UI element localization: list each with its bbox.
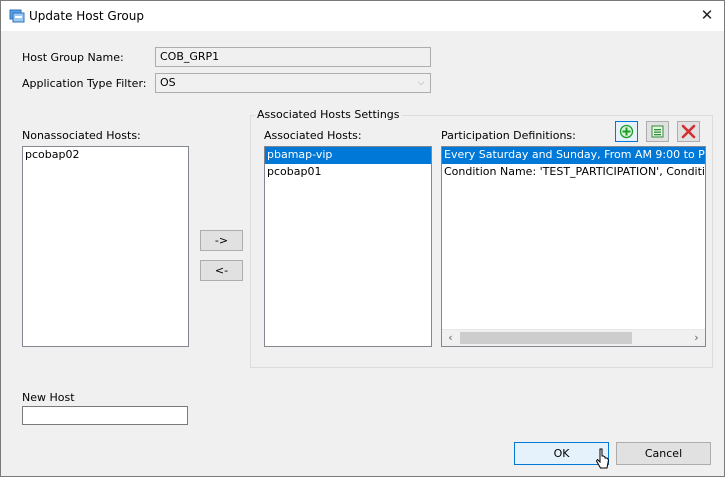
nonassociated-hosts-label: Nonassociated Hosts: <box>22 129 141 142</box>
ok-button[interactable]: OK <box>514 442 609 465</box>
app-type-filter-value: OS <box>160 76 176 89</box>
associated-hosts-label: Associated Hosts: <box>264 129 362 142</box>
host-group-name-field[interactable]: COB_GRP1 <box>155 47 431 67</box>
list-item[interactable]: pcobap01 <box>265 164 431 181</box>
scroll-right-icon[interactable]: › <box>688 330 705 346</box>
app-type-filter-label: Application Type Filter: <box>22 77 147 90</box>
associated-hosts-settings-title: Associated Hosts Settings <box>255 108 402 121</box>
delete-icon <box>681 124 696 139</box>
window-title: Update Host Group <box>29 9 144 23</box>
scroll-left-icon[interactable]: ‹ <box>442 330 459 346</box>
new-host-label: New Host <box>22 391 75 404</box>
list-icon <box>651 125 664 138</box>
dialog-window: Update Host Group ✕ Host Group Name: COB… <box>0 0 725 477</box>
participation-definitions-label: Participation Definitions: <box>441 129 576 142</box>
list-item[interactable]: Every Saturday and Sunday, From AM 9:00 … <box>442 147 705 164</box>
cancel-button[interactable]: Cancel <box>616 442 711 465</box>
close-button[interactable]: ✕ <box>690 1 724 31</box>
add-icon <box>619 124 634 139</box>
title-bar: Update Host Group ✕ <box>1 1 724 31</box>
host-group-name-label: Host Group Name: <box>22 51 124 64</box>
scrollbar-thumb[interactable] <box>460 332 632 344</box>
chevron-down-icon: ⌵ <box>417 78 425 88</box>
horizontal-scrollbar[interactable]: ‹ › <box>442 329 705 346</box>
remove-host-button[interactable]: <- <box>200 260 243 281</box>
add-host-button[interactable]: -> <box>200 230 243 251</box>
edit-participation-button[interactable] <box>646 121 669 142</box>
list-item[interactable]: pcobap02 <box>23 147 188 164</box>
nonassociated-hosts-list[interactable]: pcobap02 <box>22 146 189 347</box>
participation-definitions-list[interactable]: Every Saturday and Sunday, From AM 9:00 … <box>441 146 706 347</box>
mouse-pointer-icon <box>596 448 610 469</box>
add-participation-button[interactable] <box>615 121 638 142</box>
list-item[interactable]: Condition Name: 'TEST_PARTICIPATION', Co… <box>442 164 705 181</box>
new-host-input[interactable] <box>22 406 188 425</box>
list-item[interactable]: pbamap-vip <box>265 147 431 164</box>
app-type-filter-select[interactable]: OS ⌵ <box>155 73 431 93</box>
host-group-app-icon <box>9 9 25 23</box>
associated-hosts-list[interactable]: pbamap-vip pcobap01 <box>264 146 432 347</box>
delete-participation-button[interactable] <box>677 121 700 142</box>
